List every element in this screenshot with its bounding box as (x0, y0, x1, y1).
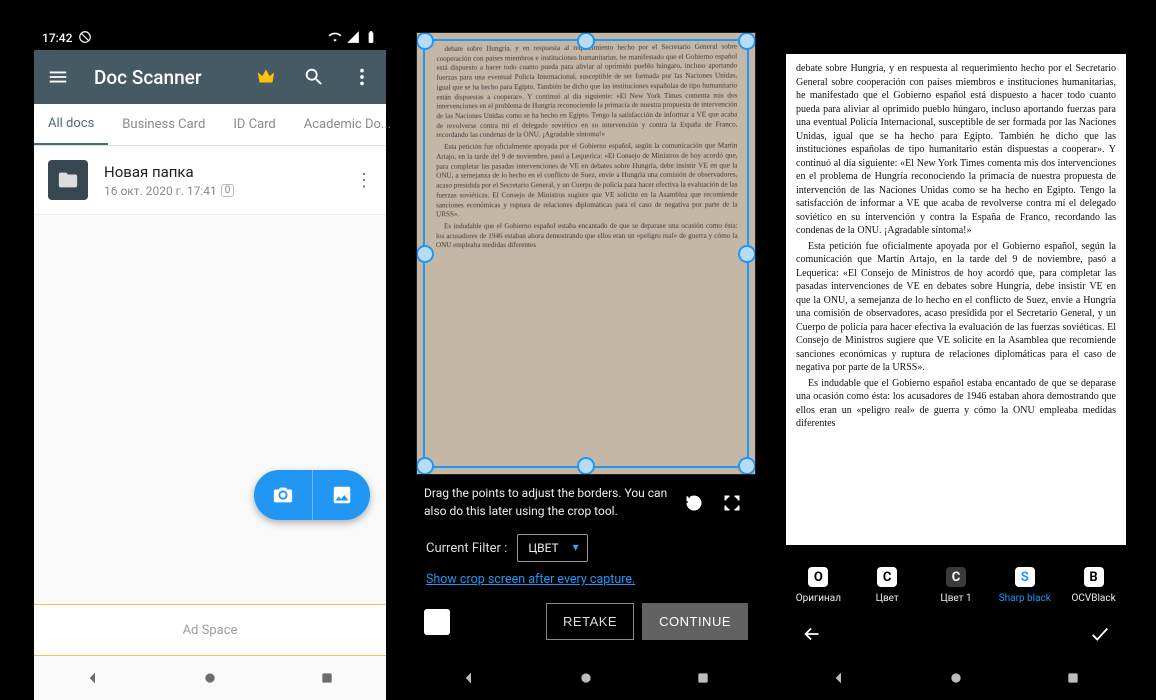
back-arrow-icon[interactable] (798, 620, 826, 648)
result-document: debate sobre Hungría, y en respuesta al … (786, 54, 1126, 545)
filter-color1[interactable]: C Цвет 1 (925, 567, 987, 604)
tab-id-card[interactable]: ID Card (219, 104, 289, 145)
gallery-button[interactable] (312, 470, 370, 520)
crop-handle-ml[interactable] (416, 245, 434, 263)
folder-list: Новая папка 16 окт. 2020 г. 17:41 0 ⋮ (34, 146, 386, 215)
ad-space: Ad Space (34, 604, 386, 656)
folder-date: 16 окт. 2020 г. 17:41 (104, 184, 217, 198)
tab-academic[interactable]: Academic Do... (290, 104, 405, 145)
phone-doc-list: 17:42 Doc Scanner All docs Business Card… (34, 26, 386, 700)
document-preview[interactable]: debate sobre Hungría, y en respuesta al … (416, 32, 756, 475)
nav-back-icon[interactable] (73, 658, 113, 698)
crop-area: debate sobre Hungría, y en respuesta al … (410, 26, 762, 656)
app-bar: Doc Scanner (34, 50, 386, 104)
filter-tabs: O Оригинал C Цвет C Цвет 1 S Sharp black… (780, 553, 1132, 610)
nav-recent-icon[interactable] (1053, 658, 1093, 698)
folder-text: Новая папка 16 окт. 2020 г. 17:41 0 (104, 163, 352, 198)
nav-bar (780, 656, 1132, 700)
wifi-icon (324, 30, 342, 47)
crop-handle-bl[interactable] (416, 457, 434, 475)
crop-handle-br[interactable] (738, 457, 756, 475)
continue-button[interactable]: CONTINUE (642, 603, 748, 640)
empty-body (34, 215, 386, 604)
battery-icon (360, 30, 378, 47)
phone-crop: debate sobre Hungría, y en respuesta al … (410, 26, 762, 700)
crop-handle-mr[interactable] (738, 245, 756, 263)
result-area: debate sobre Hungría, y en respuesta al … (780, 26, 1132, 553)
confirm-row (780, 610, 1132, 656)
fab-group (254, 470, 370, 520)
status-time: 17:42 (42, 31, 72, 45)
crop-handle-tr[interactable] (738, 32, 756, 50)
rotate-icon[interactable] (678, 487, 710, 519)
nav-recent-icon[interactable] (683, 658, 723, 698)
nav-back-icon[interactable] (819, 658, 859, 698)
app-title: Doc Scanner (88, 66, 236, 89)
menu-icon[interactable] (40, 59, 76, 95)
row-overflow-icon[interactable]: ⋮ (352, 170, 376, 191)
tab-all-docs[interactable]: All docs (34, 104, 108, 145)
premium-icon[interactable] (248, 59, 284, 95)
preview-text: debate sobre Hungría, y en respuesta al … (435, 43, 738, 467)
nav-home-icon[interactable] (936, 658, 976, 698)
camera-button[interactable] (254, 470, 312, 520)
tab-business-card[interactable]: Business Card (108, 104, 219, 145)
crop-hint: Drag the points to adjust the borders. Y… (424, 485, 672, 520)
dnd-icon (78, 30, 92, 47)
filter-select[interactable]: ЦВЕТ (517, 534, 587, 562)
edit-icon[interactable] (424, 609, 450, 635)
search-icon[interactable] (296, 59, 332, 95)
nav-home-icon[interactable] (566, 658, 606, 698)
overflow-icon[interactable] (344, 59, 380, 95)
filter-label: Current Filter : (426, 541, 507, 556)
folder-icon (48, 160, 88, 200)
signal-icon (342, 30, 360, 47)
filter-sharp-black[interactable]: S Sharp black (994, 567, 1056, 604)
show-crop-link[interactable]: Show crop screen after every capture. (416, 570, 756, 597)
crop-handle-tl[interactable] (416, 32, 434, 50)
filter-original[interactable]: O Оригинал (787, 567, 849, 604)
phone-result: debate sobre Hungría, y en respuesta al … (780, 26, 1132, 700)
retake-button[interactable]: RETAKE (546, 603, 634, 640)
fullscreen-icon[interactable] (716, 487, 748, 519)
filter-color[interactable]: C Цвет (856, 567, 918, 604)
status-bar: 17:42 (34, 26, 386, 50)
folder-name: Новая папка (104, 163, 352, 181)
nav-home-icon[interactable] (190, 658, 230, 698)
nav-bar (34, 656, 386, 700)
filter-ocvblack[interactable]: B OCVBlack (1063, 567, 1125, 604)
folder-count: 0 (221, 184, 235, 197)
confirm-check-icon[interactable] (1086, 620, 1114, 648)
nav-bar (410, 656, 762, 700)
category-tabs: All docs Business Card ID Card Academic … (34, 104, 386, 146)
nav-recent-icon[interactable] (307, 658, 347, 698)
folder-row[interactable]: Новая папка 16 окт. 2020 г. 17:41 0 ⋮ (34, 146, 386, 215)
nav-back-icon[interactable] (449, 658, 489, 698)
